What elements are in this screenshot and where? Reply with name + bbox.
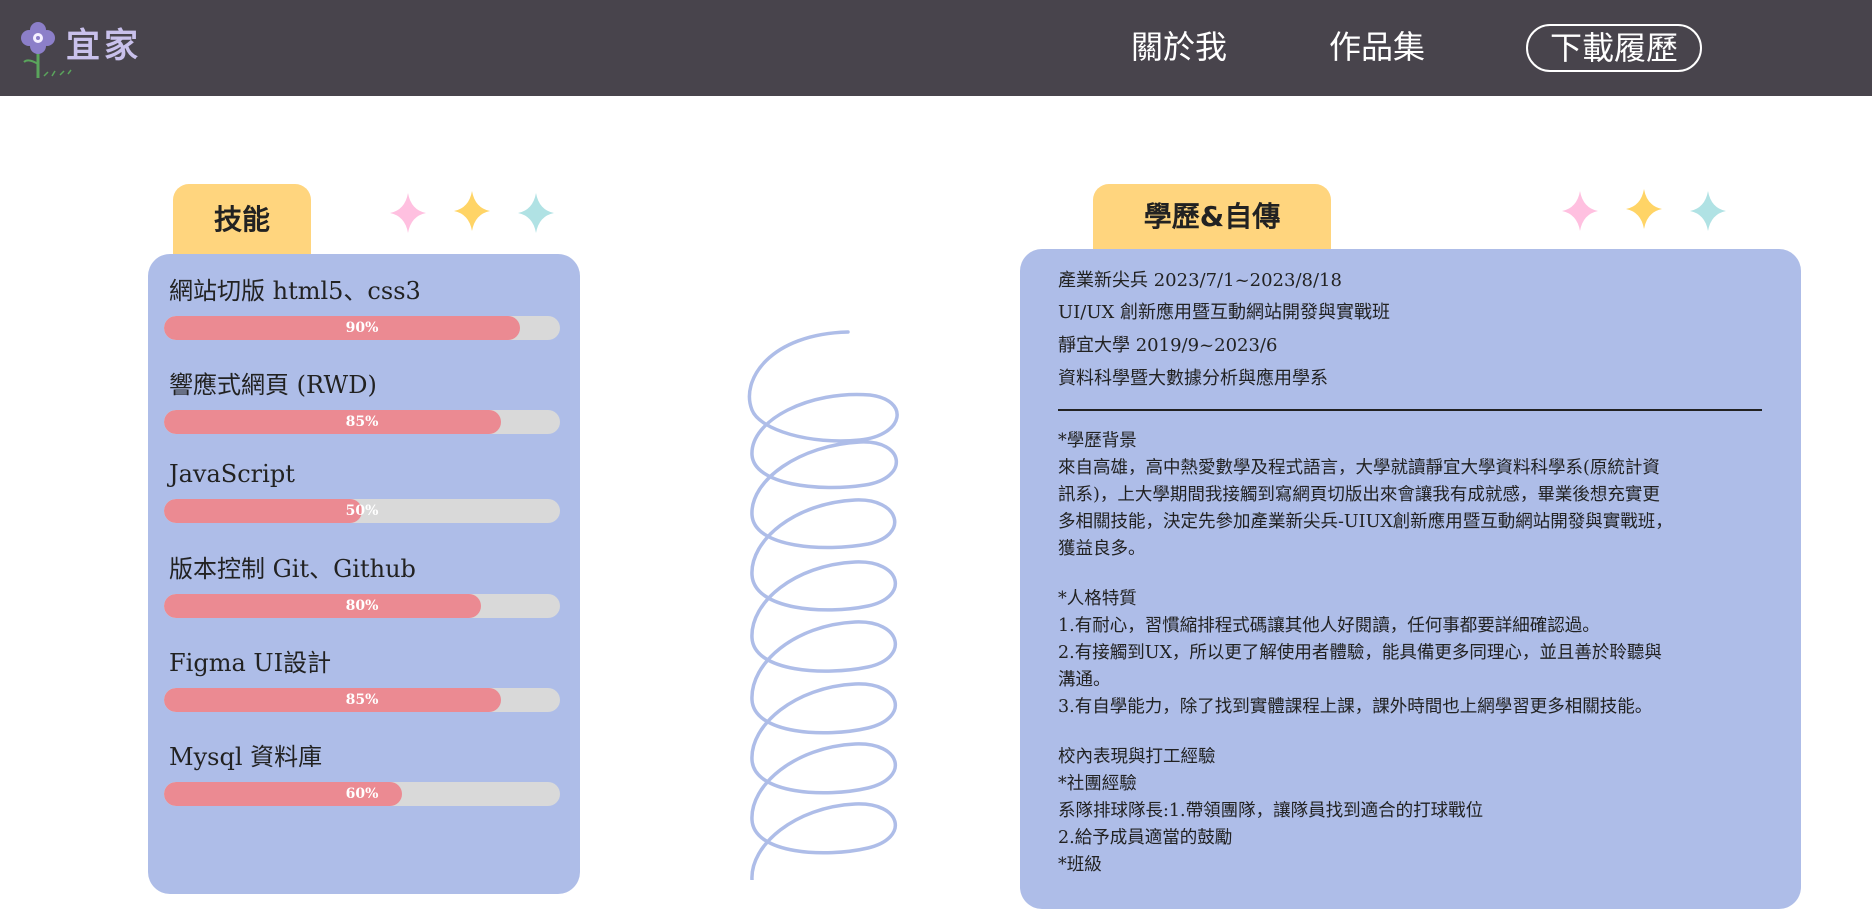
skill-percent-label: 50% xyxy=(345,503,379,519)
divider xyxy=(1058,409,1762,411)
skill-name: 版本控制 Git、Github xyxy=(169,555,416,583)
top-navbar: 宜家 關於我 作品集 下載履歷 xyxy=(0,0,1872,96)
sparkles-decoration xyxy=(1562,189,1726,231)
bio-line: 獲益良多。 xyxy=(1058,539,1146,559)
bio-line: *學歷背景 xyxy=(1058,431,1137,451)
skill-item: 網站切版 html5、css3 90% xyxy=(148,276,580,370)
skill-percent-label: 60% xyxy=(345,786,379,802)
skill-progress-track: 85% xyxy=(164,410,560,434)
education-line: 產業新尖兵 2023/7/1~2023/8/18 xyxy=(1058,270,1342,291)
skill-progress-track: 60% xyxy=(164,782,560,806)
skill-percent-label: 85% xyxy=(345,692,379,708)
nav-works-link[interactable]: 作品集 xyxy=(1329,22,1425,72)
skill-progress-track: 50% xyxy=(164,499,560,523)
skill-percent-label: 85% xyxy=(345,414,379,430)
bio-line: 1.有耐心，習慣縮排程式碼讓其他人好閱讀，任何事都要詳細確認過。 xyxy=(1058,616,1600,636)
sparkle-yellow-icon xyxy=(454,191,490,231)
bio-line: 2.有接觸到UX，所以更了解使用者體驗，能具備更多同理心，並且善於聆聽與 xyxy=(1058,643,1662,663)
skill-name: Figma UI設計 xyxy=(169,649,332,677)
sparkles-decoration xyxy=(390,191,554,233)
skill-item: Mysql 資料庫 60% xyxy=(148,742,580,836)
nav-about-link[interactable]: 關於我 xyxy=(1131,22,1227,72)
bio-line: 系隊排球隊長:1.帶領團隊，讓隊員找到適合的打球戰位 xyxy=(1058,801,1484,821)
download-resume-button[interactable]: 下載履歷 xyxy=(1526,24,1703,72)
logo[interactable]: 宜家 xyxy=(14,12,144,82)
education-tab: 學歷&自傳 xyxy=(1093,184,1331,254)
education-line: UI/UX 創新應用暨互動網站開發與實戰班 xyxy=(1058,302,1391,323)
spiral-decoration xyxy=(747,330,899,880)
sparkle-yellow-icon xyxy=(1626,189,1662,229)
skill-name: JavaScript xyxy=(169,460,295,488)
skill-item: 響應式網頁 (RWD) 85% xyxy=(148,370,580,464)
skill-item: 版本控制 Git、Github 80% xyxy=(148,554,580,648)
bio-line: 2.給予成員適當的鼓勵 xyxy=(1058,828,1233,848)
sparkle-pink-icon xyxy=(390,193,426,233)
skill-progress-track: 85% xyxy=(164,688,560,712)
education-line: 靜宜大學 2019/9~2023/6 xyxy=(1058,335,1278,356)
bio-line: 訊系)，上大學期間我接觸到寫網頁切版出來會讓我有成就感，畢業後想充實更 xyxy=(1058,485,1660,505)
skill-name: 網站切版 html5、css3 xyxy=(169,277,421,305)
skills-panel: 網站切版 html5、css3 90% 響應式網頁 (RWD) 85% Java… xyxy=(148,254,580,894)
bio-line: 校內表現與打工經驗 xyxy=(1058,747,1216,767)
education-line: 資料科學暨大數據分析與應用學系 xyxy=(1058,368,1328,389)
education-panel: 產業新尖兵 2023/7/1~2023/8/18 UI/UX 創新應用暨互動網站… xyxy=(1020,249,1801,909)
sparkle-teal-icon xyxy=(1690,191,1726,231)
skill-percent-label: 90% xyxy=(345,320,379,336)
skill-name: 響應式網頁 (RWD) xyxy=(169,371,377,399)
skill-percent-label: 80% xyxy=(345,598,379,614)
logo-text: 宜家 xyxy=(66,26,142,66)
bio-line: 多相關技能，決定先參加產業新尖兵-UIUX創新應用暨互動網站開發與實戰班， xyxy=(1058,512,1673,532)
skill-progress-track: 80% xyxy=(164,594,560,618)
skill-progress-track: 90% xyxy=(164,316,560,340)
sparkle-teal-icon xyxy=(518,193,554,233)
sparkle-pink-icon xyxy=(1562,191,1598,231)
bio-line: 3.有自學能力，除了找到實體課程上課，課外時間也上網學習更多相關技能。 xyxy=(1058,697,1653,717)
bio-line: 來自高雄，高中熱愛數學及程式語言，大學就讀靜宜大學資料科學系(原統計資 xyxy=(1058,458,1660,478)
bio-line: *人格特質 xyxy=(1058,589,1137,609)
skills-tab: 技能 xyxy=(173,184,311,254)
skill-name: Mysql 資料庫 xyxy=(169,743,323,771)
bio-line: 溝通。 xyxy=(1058,670,1111,690)
skill-item: Figma UI設計 85% xyxy=(148,648,580,742)
bio-line: *班級 xyxy=(1058,855,1102,875)
skill-item: JavaScript 50% xyxy=(148,459,580,553)
bio-line: *社團經驗 xyxy=(1058,774,1137,794)
